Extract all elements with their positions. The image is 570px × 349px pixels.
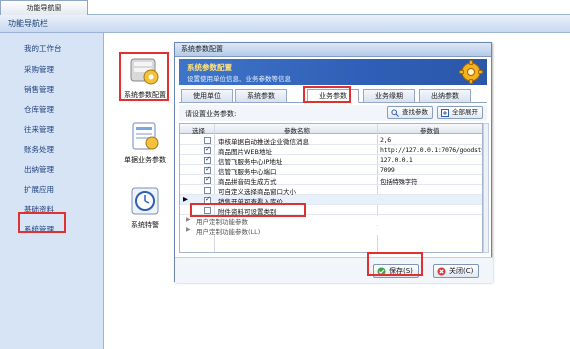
dialog-banner: 系统参数配置 设置使用单位信息、业务参数等信息 — [179, 59, 487, 85]
row-checkbox[interactable] — [204, 186, 211, 194]
close-icon — [437, 267, 446, 276]
row-pointer-icon: ▶ — [183, 195, 188, 203]
close-button[interactable]: 关闭(C) — [433, 264, 480, 278]
table-row[interactable]: 信管飞服务中心端口 7099 — [180, 165, 482, 176]
nav-item-cashier[interactable]: 出纳管理 — [24, 164, 54, 175]
row-param-value[interactable]: 2,6 — [380, 136, 391, 144]
nav-item-bookkeeping[interactable]: 账务处理 — [24, 144, 54, 155]
group-label: 用户定制功能参数 — [196, 218, 248, 226]
row-checkbox[interactable] — [204, 136, 211, 144]
row-checkbox[interactable] — [204, 165, 211, 174]
nav-item-sales[interactable]: 销售管理 — [24, 84, 54, 95]
clock-icon — [129, 185, 161, 217]
group-label: 用户定制功能参数(LL) — [196, 228, 261, 236]
grid-scrollbar[interactable] — [483, 123, 489, 253]
row-param-value[interactable]: http://127.0.0.1:7076/goodstype — [380, 146, 482, 154]
tab-function-navigator[interactable]: 功能导航窗 — [0, 0, 88, 15]
nav-header-title: 功能导航栏 — [8, 19, 48, 28]
search-params-button[interactable]: 查找参数 — [387, 106, 433, 119]
tab-business-period[interactable]: 业务缘期 — [363, 89, 415, 103]
nav-header: 功能导航栏 — [0, 15, 570, 33]
document-params-icon — [129, 120, 161, 152]
expand-icon — [441, 109, 449, 117]
header-param-name: 参数名称 — [284, 127, 310, 135]
table-row[interactable]: 商品拼音码生成方式 包括特殊字符 — [180, 175, 482, 186]
expand-all-button[interactable]: 全部展开 — [437, 106, 483, 119]
header-select: 选择 — [192, 127, 205, 135]
row-checkbox[interactable] — [204, 145, 211, 154]
row-checkbox[interactable] — [204, 175, 211, 184]
dialog-title: 系统参数配置 — [175, 43, 491, 57]
system-alert-launcher[interactable]: 系统特警 — [115, 185, 175, 230]
top-tab-strip: 功能导航窗 — [0, 0, 570, 15]
table-row[interactable]: 可自定义选择商品窗口大小 — [180, 185, 482, 196]
param-toolbar: 请设置业务参数: 查找参数 全部展开 — [179, 105, 487, 121]
expand-triangle-icon[interactable]: ▶ — [186, 226, 191, 233]
header-param-value: 参数值 — [420, 127, 440, 135]
nav-item-warehouse[interactable]: 仓库管理 — [24, 104, 54, 115]
nav-item-purchase[interactable]: 采购管理 — [24, 64, 54, 75]
system-config-dialog: 系统参数配置 系统参数配置 设置使用单位信息、业务参数等信息 使用单位 系统参数… — [174, 42, 493, 283]
row-param-value[interactable]: 127.0.0.1 — [380, 156, 413, 164]
banner-subtitle: 设置使用单位信息、业务参数等信息 — [187, 75, 291, 83]
nav-item-workbench[interactable]: 我的工作台 — [24, 43, 62, 54]
tab-system-params[interactable]: 系统参数 — [235, 89, 287, 103]
row-checkbox[interactable] — [204, 155, 211, 164]
group-row-custom-params[interactable]: ▶ 用户定制功能参数 — [180, 216, 482, 226]
system-alert-label: 系统特警 — [131, 221, 159, 229]
system-config-highlight — [119, 52, 169, 101]
save-button-highlight — [367, 252, 423, 276]
search-icon — [391, 109, 399, 117]
expand-triangle-icon[interactable]: ▶ — [186, 216, 191, 223]
grid-header: 选择 参数名称 参数值 — [180, 124, 482, 135]
document-params-label: 单据业务参数 — [124, 156, 166, 164]
params-grid: 选择 参数名称 参数值 审核单据自动推送企业微信消息 2,6 商品图片WEB地址… — [179, 123, 483, 253]
banner-title: 系统参数配置 — [187, 63, 232, 72]
tab-cashier-params[interactable]: 出纳参数 — [419, 89, 471, 103]
tab-usage-unit[interactable]: 使用单位 — [181, 89, 233, 103]
group-row-custom-params-ll[interactable]: ▶ 用户定制功能参数(LL) — [180, 226, 482, 236]
nav-item-extensions[interactable]: 扩展应用 — [24, 184, 54, 195]
gear-icon — [459, 60, 483, 84]
nav-item-accounts[interactable]: 往来管理 — [24, 124, 54, 135]
nav-sidebar: 我的工作台 采购管理 销售管理 仓库管理 往来管理 账务处理 出纳管理 扩展应用… — [0, 33, 104, 349]
table-row[interactable]: 审核单据自动推送企业微信消息 2,6 — [180, 135, 482, 146]
dialog-footer: 保存(S) 关闭(C) — [175, 257, 493, 283]
table-row[interactable]: 信管飞服务中心IP地址 127.0.0.1 — [180, 155, 482, 166]
row-param-value[interactable]: 7099 — [380, 166, 395, 174]
param-label: 请设置业务参数: — [185, 110, 237, 118]
business-params-tab-highlight — [303, 86, 351, 103]
system-management-highlight — [18, 212, 66, 233]
table-row[interactable]: 商品图片WEB地址 http://127.0.0.1:7076/goodstyp… — [180, 145, 482, 156]
selected-row-highlight — [190, 203, 306, 217]
document-params-launcher[interactable]: 单据业务参数 — [115, 120, 175, 165]
